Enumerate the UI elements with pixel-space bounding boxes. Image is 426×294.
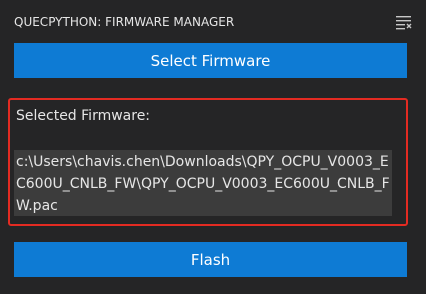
select-firmware-button[interactable]: Select Firmware: [14, 43, 407, 78]
firmware-path-field[interactable]: c:\Users\chavis.chen\Downloads\QPY_OCPU_…: [14, 150, 392, 216]
collapse-list-icon[interactable]: [395, 14, 413, 30]
panel-title: QUECPYTHON: FIRMWARE MANAGER: [14, 14, 235, 29]
firmware-manager-panel: QUECPYTHON: FIRMWARE MANAGER Select Firm…: [0, 0, 426, 294]
flash-button[interactable]: Flash: [14, 242, 407, 277]
panel-header: QUECPYTHON: FIRMWARE MANAGER: [0, 0, 426, 43]
selected-firmware-label: Selected Firmware:: [16, 108, 151, 124]
selected-firmware-highlight: Selected Firmware: c:\Users\chavis.chen\…: [8, 98, 408, 226]
